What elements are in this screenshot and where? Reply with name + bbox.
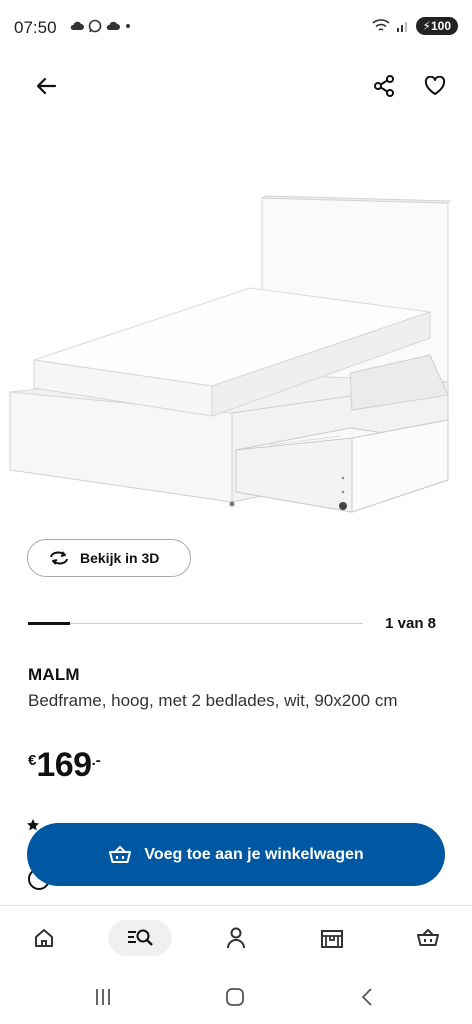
- tab-cart[interactable]: [406, 918, 450, 958]
- status-time: 07:50: [14, 18, 57, 37]
- bed-illustration: [9, 195, 452, 513]
- price-cents: .-: [91, 752, 101, 769]
- gallery-progress-fill: [28, 622, 70, 625]
- add-to-cart-label: Voeg toe aan je winkelwagen: [144, 845, 364, 863]
- status-right: ⚡100: [371, 17, 458, 35]
- price-currency: €: [28, 752, 37, 769]
- status-bar: 07:50 ⚡100: [0, 0, 472, 56]
- dot-icon: [126, 24, 130, 28]
- product-image[interactable]: [0, 120, 472, 530]
- share-button[interactable]: [364, 66, 404, 106]
- top-nav: [0, 66, 472, 106]
- store-icon: [321, 930, 343, 948]
- tab-store[interactable]: [310, 918, 354, 958]
- home-circle-icon: [226, 988, 244, 1006]
- view-3d-label: Bekijk in 3D: [80, 550, 160, 566]
- product-price: € 169 .-: [28, 746, 101, 785]
- bottom-tab-bar: [0, 905, 472, 969]
- gallery-counter: 1 van 8: [385, 615, 436, 632]
- wifi-icon: [371, 19, 390, 31]
- view-3d-button[interactable]: Bekijk in 3D: [27, 539, 191, 577]
- price-amount: 169: [36, 746, 92, 784]
- search-icon: [128, 929, 153, 946]
- rotate-3d-icon: [50, 551, 68, 565]
- signal-icon: [396, 22, 407, 32]
- whatsapp-icon: [88, 19, 102, 33]
- cloud-icon: [106, 21, 120, 30]
- back-button[interactable]: [26, 66, 66, 106]
- back-arrow-icon: [36, 77, 57, 95]
- battery-level: 100: [430, 19, 451, 33]
- gallery-progress-track: [28, 623, 363, 624]
- tab-profile[interactable]: [214, 918, 258, 958]
- product-description: Bedframe, hoog, met 2 bedlades, wit, 90x…: [28, 691, 398, 710]
- product-name: MALM: [28, 665, 80, 684]
- home-button[interactable]: [220, 984, 250, 1010]
- notification-icons: [70, 19, 132, 33]
- tab-home[interactable]: [22, 918, 66, 958]
- tab-search[interactable]: [108, 920, 172, 956]
- cart-icon: [417, 929, 439, 946]
- share-icon: [374, 75, 394, 97]
- back-nav-button[interactable]: [352, 984, 382, 1010]
- recent-apps-icon: [96, 989, 110, 1005]
- cloud-icon: [70, 21, 84, 30]
- system-nav-bar: [0, 970, 472, 1024]
- add-to-cart-button[interactable]: Voeg toe aan je winkelwagen: [27, 823, 445, 886]
- profile-icon: [227, 927, 245, 949]
- battery-icon: ⚡100: [415, 17, 458, 35]
- cart-icon: [109, 845, 132, 863]
- home-icon: [35, 929, 53, 947]
- favorite-button[interactable]: [415, 66, 455, 106]
- heart-icon: [424, 76, 446, 95]
- recent-apps-button[interactable]: [88, 984, 118, 1010]
- chevron-left-icon: [361, 988, 372, 1006]
